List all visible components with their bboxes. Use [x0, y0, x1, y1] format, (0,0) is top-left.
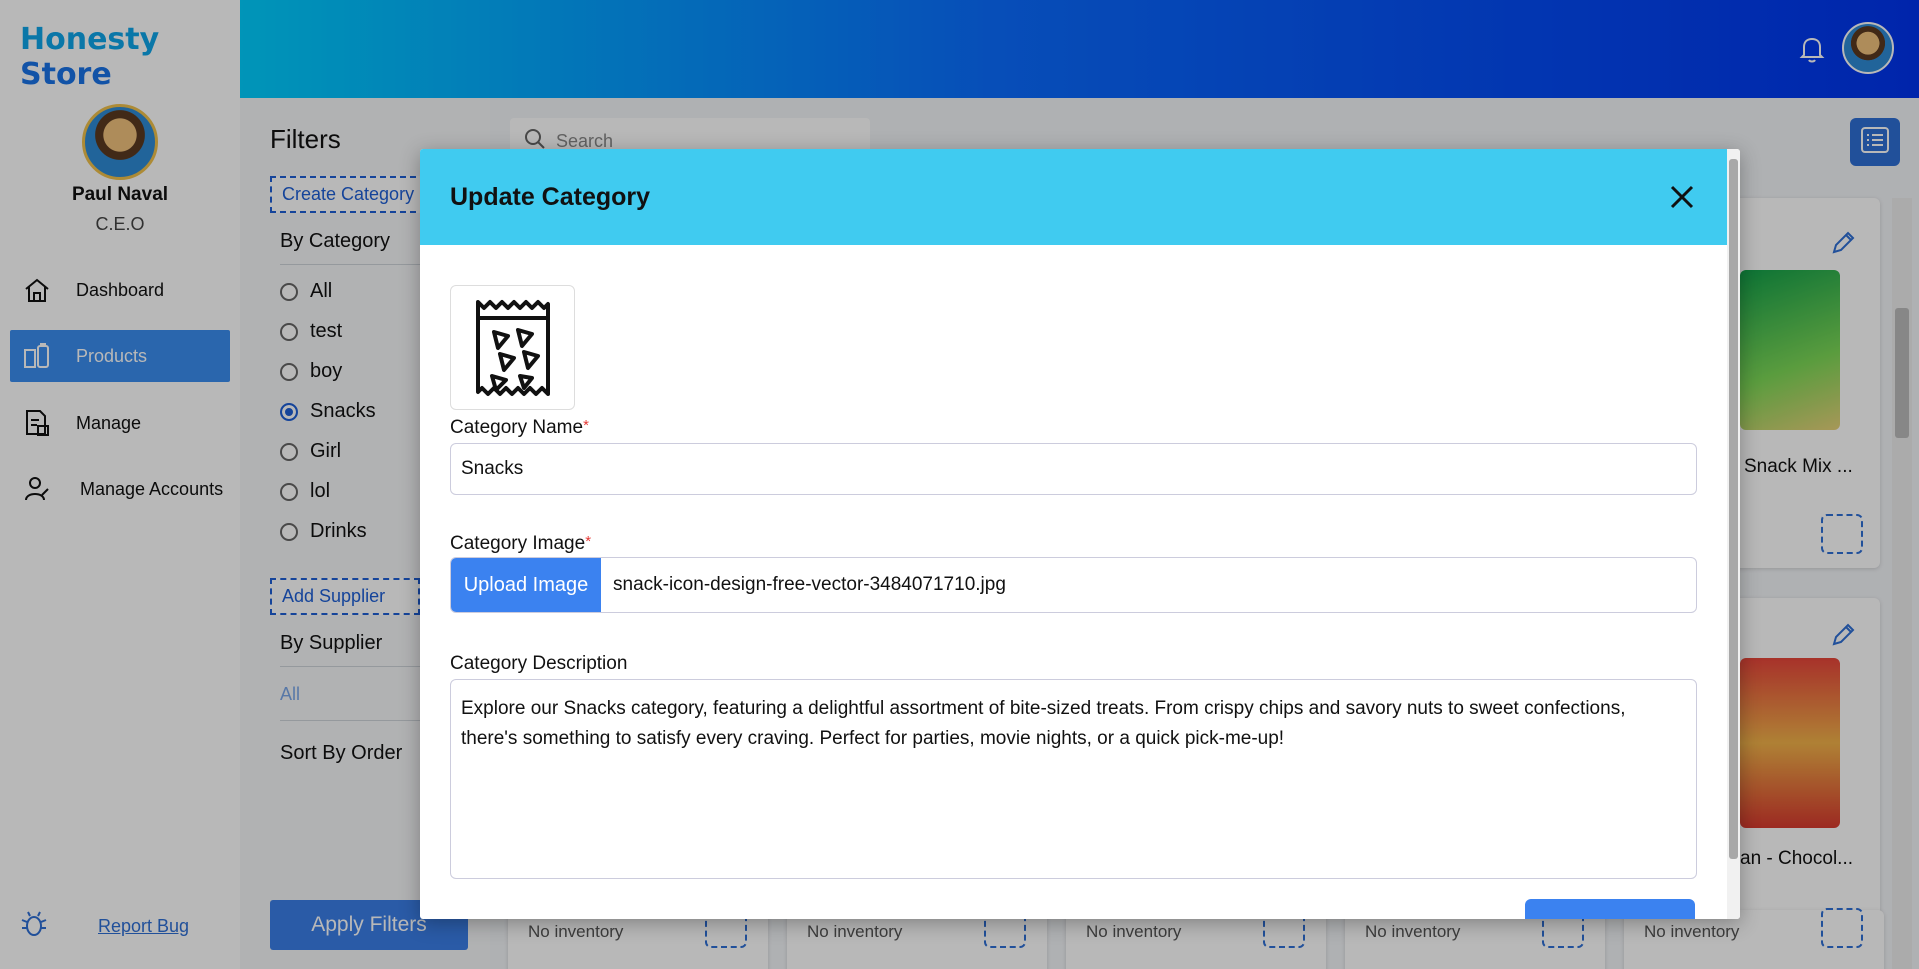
update-button[interactable] [1525, 899, 1695, 919]
update-category-modal: Update Category Category Name* Snacks Ca… [420, 149, 1740, 919]
category-image-label: Category Image* [450, 533, 592, 554]
category-name-label: Category Name* [450, 417, 589, 438]
category-description-textarea[interactable]: Explore our Snacks category, featuring a… [450, 679, 1697, 879]
modal-scrollbar[interactable] [1727, 149, 1740, 919]
category-description-label: Category Description [450, 653, 628, 674]
upload-image-button[interactable]: Upload Image [451, 558, 601, 612]
snack-bag-icon [475, 299, 550, 396]
file-name: snack-icon-design-free-vector-3484071710… [613, 574, 1006, 595]
category-image-field: Upload Image snack-icon-design-free-vect… [450, 557, 1697, 613]
modal-title: Update Category [450, 183, 651, 211]
category-name-input[interactable]: Snacks [450, 443, 1697, 495]
category-image-preview [450, 285, 575, 410]
modal-header: Update Category [420, 149, 1727, 245]
close-icon[interactable] [1662, 177, 1702, 217]
